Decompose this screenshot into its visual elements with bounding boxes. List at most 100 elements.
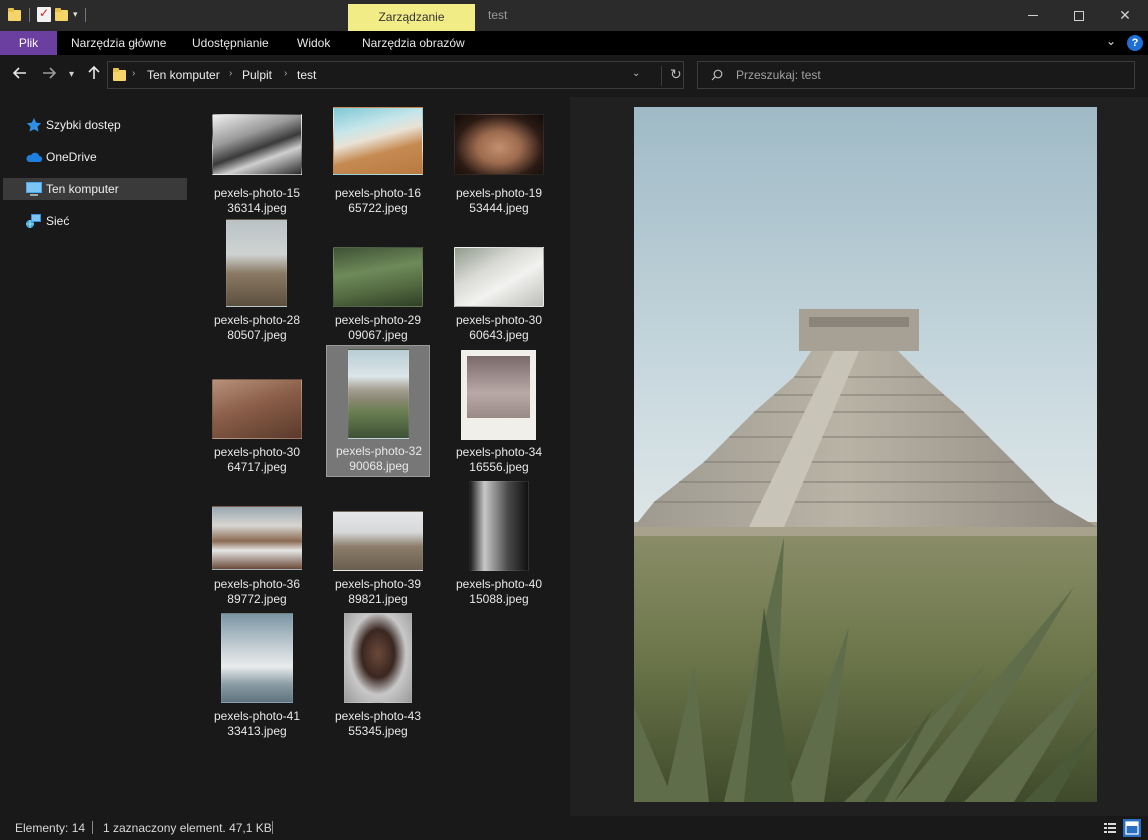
file-name: pexels-photo-30 64717.jpeg: [205, 445, 309, 475]
file-name-line: 60643.jpeg: [469, 328, 529, 342]
computer-icon: [26, 182, 42, 196]
star-icon: [26, 118, 42, 132]
back-arrow-icon[interactable]: [12, 65, 28, 85]
image-thumbnail: [454, 114, 544, 175]
file-item[interactable]: pexels-photo-36 89772.jpeg: [205, 479, 309, 609]
file-item[interactable]: pexels-photo-34 16556.jpeg: [447, 347, 551, 477]
file-name-line: 90068.jpeg: [349, 459, 409, 473]
search-input[interactable]: [736, 66, 1126, 84]
file-item[interactable]: pexels-photo-43 55345.jpeg: [326, 611, 430, 741]
file-name: pexels-photo-36 89772.jpeg: [205, 577, 309, 607]
minimize-button[interactable]: [1010, 0, 1056, 31]
breadcrumb-desktop[interactable]: Pulpit: [242, 68, 272, 82]
refresh-icon[interactable]: ↻: [661, 66, 682, 86]
file-name-line: pexels-photo-39: [334, 577, 422, 591]
tab-view[interactable]: Widok: [283, 31, 344, 55]
help-icon[interactable]: ?: [1127, 35, 1143, 51]
image-thumbnail: [454, 247, 544, 307]
toolbar-divider: [29, 7, 30, 22]
selection-info: 1 zaznaczony element. 47,1 KB: [103, 821, 272, 835]
file-item[interactable]: pexels-photo-30 60643.jpeg: [447, 215, 551, 345]
file-item[interactable]: pexels-photo-19 53444.jpeg: [447, 103, 551, 233]
image-thumbnail: [226, 219, 287, 307]
file-item-selected[interactable]: pexels-photo-32 90068.jpeg: [326, 345, 430, 477]
file-name-line: pexels-photo-41: [213, 709, 301, 723]
file-name-line: pexels-photo-19: [455, 186, 543, 200]
close-button[interactable]: ✕: [1102, 0, 1148, 31]
search-icon: [711, 69, 723, 81]
file-item[interactable]: pexels-photo-28 80507.jpeg: [205, 215, 309, 345]
image-thumbnail: [344, 613, 412, 703]
file-name-line: pexels-photo-30: [213, 445, 301, 459]
file-name-line: 64717.jpeg: [227, 460, 287, 474]
up-arrow-icon[interactable]: [86, 65, 102, 85]
tab-picture-tools[interactable]: Narzędzia obrazów: [348, 31, 479, 55]
forward-arrow-icon[interactable]: [41, 65, 57, 85]
file-name-line: pexels-photo-15: [213, 186, 301, 200]
expand-ribbon-icon[interactable]: ⌄: [1106, 34, 1116, 48]
file-name: pexels-photo-28 80507.jpeg: [205, 313, 309, 343]
image-thumbnail: [333, 107, 423, 175]
new-folder-icon[interactable]: [55, 7, 69, 22]
minimize-icon: [1028, 15, 1038, 16]
sidebar-item-onedrive[interactable]: OneDrive: [3, 146, 187, 168]
breadcrumb-separator-icon[interactable]: ›: [132, 68, 135, 79]
sidebar-item-this-pc[interactable]: Ten komputer: [3, 178, 187, 200]
window-title: test: [488, 8, 508, 22]
large-icons-view-icon: [1125, 821, 1139, 835]
folder-icon[interactable]: [8, 7, 22, 22]
properties-icon[interactable]: [37, 6, 51, 22]
maximize-icon: [1074, 10, 1084, 21]
breadcrumb-this-pc[interactable]: Ten komputer: [147, 68, 220, 82]
image-thumbnail: [333, 511, 423, 571]
file-name-line: pexels-photo-32: [335, 444, 423, 458]
tab-file[interactable]: Plik: [0, 31, 57, 55]
sidebar-item-quick-access[interactable]: Szybki dostęp: [3, 114, 187, 136]
maximize-button[interactable]: [1056, 0, 1102, 31]
file-item[interactable]: pexels-photo-15 36314.jpeg: [205, 103, 309, 233]
file-name: pexels-photo-29 09067.jpeg: [326, 313, 430, 343]
file-item[interactable]: pexels-photo-16 65722.jpeg: [326, 103, 430, 233]
tab-home[interactable]: Narzędzia główne: [57, 31, 180, 55]
file-item[interactable]: pexels-photo-40 15088.jpeg: [447, 479, 551, 609]
recent-locations-chevron-icon[interactable]: ▾: [69, 65, 74, 85]
search-box[interactable]: [697, 61, 1135, 89]
file-item[interactable]: pexels-photo-39 89821.jpeg: [326, 479, 430, 609]
file-item[interactable]: pexels-photo-30 64717.jpeg: [205, 347, 309, 477]
customize-toolbar-dropdown-icon[interactable]: ▾: [73, 9, 78, 20]
details-view-button[interactable]: [1101, 819, 1119, 837]
file-name-line: pexels-photo-36: [213, 577, 301, 591]
image-thumbnail: [333, 247, 423, 307]
tab-share[interactable]: Udostępnianie: [178, 31, 283, 55]
address-bar[interactable]: › Ten komputer › Pulpit › test ⌄ ↻: [107, 61, 684, 89]
image-thumbnail: [212, 114, 302, 175]
details-view-icon: [1104, 823, 1116, 833]
sidebar-item-label: Ten komputer: [46, 182, 119, 196]
sidebar-item-label: Szybki dostęp: [46, 118, 121, 132]
file-item[interactable]: pexels-photo-29 09067.jpeg: [326, 215, 430, 345]
breadcrumb-separator-icon[interactable]: ›: [229, 68, 232, 79]
navigation-bar: ▾ › Ten komputer › Pulpit › test ⌄ ↻: [0, 55, 1148, 97]
large-icons-view-button[interactable]: [1123, 819, 1141, 837]
file-name: pexels-photo-41 33413.jpeg: [205, 709, 309, 739]
file-name-line: 53444.jpeg: [469, 201, 529, 215]
file-name-line: pexels-photo-29: [334, 313, 422, 327]
address-dropdown-icon[interactable]: ⌄: [632, 68, 640, 79]
file-name: pexels-photo-30 60643.jpeg: [447, 313, 551, 343]
file-item[interactable]: pexels-photo-41 33413.jpeg: [205, 611, 309, 741]
file-name-line: pexels-photo-30: [455, 313, 543, 327]
image-preview: [634, 107, 1097, 802]
file-name: pexels-photo-39 89821.jpeg: [326, 577, 430, 607]
sidebar-item-network[interactable]: Sieć: [3, 210, 187, 232]
breadcrumb-test[interactable]: test: [297, 68, 316, 82]
breadcrumb-separator-icon[interactable]: ›: [284, 68, 287, 79]
file-name: pexels-photo-32 90068.jpeg: [327, 444, 431, 474]
image-thumbnail: [212, 379, 302, 439]
file-name-line: 89821.jpeg: [348, 592, 408, 606]
image-thumbnail: [221, 613, 293, 703]
file-name-line: 09067.jpeg: [348, 328, 408, 342]
manage-context-tab[interactable]: Zarządzanie: [348, 4, 475, 31]
item-count: Elementy: 14: [15, 821, 86, 835]
navigation-pane: Szybki dostęp OneDrive Ten komputer Sieć: [0, 97, 190, 816]
file-name-line: pexels-photo-34: [455, 445, 543, 459]
